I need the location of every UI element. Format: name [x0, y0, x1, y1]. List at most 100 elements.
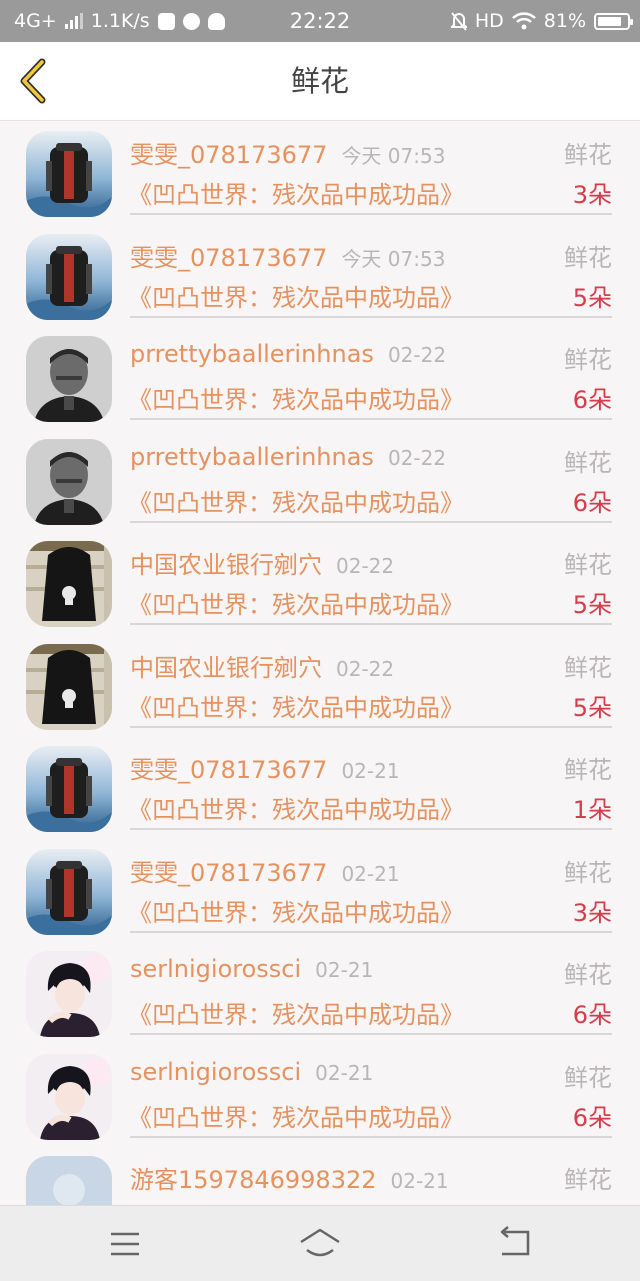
user-name[interactable]: serlnigiorossci 02-21	[130, 955, 373, 983]
gift-type: 鲜花	[564, 1063, 612, 1092]
list-item[interactable]: 中国农业银行剜穴 02-22 鲜花《凹凸世界：残次品中成功品》 5朵	[0, 634, 640, 736]
return-icon	[500, 1226, 530, 1256]
return-button[interactable]	[490, 1220, 540, 1268]
user-name-text: serlnigiorossci	[130, 1057, 302, 1086]
home-button[interactable]	[295, 1220, 345, 1268]
user-name-text: 雯雯_078173677	[130, 141, 328, 169]
divider	[130, 213, 612, 215]
avatar[interactable]	[26, 951, 112, 1037]
avatar[interactable]	[26, 541, 112, 627]
user-name-text: 雯雯_078173677	[130, 756, 328, 784]
mute-bell-icon	[450, 12, 467, 31]
divider	[130, 828, 612, 830]
book-title[interactable]: 《凹凸世界：残次品中成功品》	[128, 688, 464, 723]
avatar[interactable]	[26, 848, 112, 935]
book-title[interactable]: 《凹凸世界：残次品中成功品》	[128, 585, 464, 620]
list-item[interactable]: 雯雯_078173677 今天 07:53 鲜花《凹凸世界：残次品中成功品》 3朵	[0, 121, 640, 223]
book-title[interactable]: 《凹凸世界：残次品中成功品》	[128, 175, 464, 210]
list-item[interactable]: prrettybaallerinhnas 02-22 鲜花《凹凸世界：残次品中成功品…	[0, 326, 640, 428]
avatar[interactable]	[26, 1053, 112, 1140]
wifi-icon	[511, 12, 536, 30]
timestamp: 02-21	[341, 861, 400, 886]
user-name[interactable]: 雯雯_078173677 02-21	[130, 750, 400, 785]
timestamp: 02-22	[387, 343, 447, 367]
timestamp: 02-21	[315, 958, 374, 982]
user-name[interactable]: 游客1597846998322 02-21	[130, 1160, 449, 1195]
book-title[interactable]: 《凹凸世界：残次品中成功品》	[128, 995, 464, 1030]
divider	[130, 315, 612, 318]
book-title[interactable]: 《凹凸世界：残次品中成功品》	[128, 278, 464, 313]
gift-type: 鲜花	[564, 551, 612, 579]
list-item[interactable]: 雯雯_078173677 今天 07:53 鲜花 《凹凸世界：残次品中成功品》 5朵	[0, 224, 640, 326]
gift-count: 3朵	[572, 898, 612, 927]
book-title[interactable]: 《凹凸世界：残次品中成功品》	[128, 380, 464, 415]
divider	[130, 623, 612, 625]
divider	[130, 1135, 612, 1138]
gift-count: 1朵	[572, 796, 612, 824]
timestamp: 今天 07:53	[341, 246, 446, 271]
book-title[interactable]: 《凹凸世界：残次品中成功品》	[128, 790, 464, 825]
user-name-text: 雯雯_078173677	[130, 243, 328, 272]
battery-percent: 81%	[543, 10, 586, 32]
gift-type: 鲜花	[564, 961, 612, 989]
avatar[interactable]	[26, 438, 112, 525]
list-item[interactable]: 雯雯_078173677 02-21 鲜花 《凹凸世界：残次品中成功品》 3朵	[0, 839, 640, 941]
menu-icon	[111, 1232, 139, 1256]
list-item[interactable]: 游客1597846998322 02-21 鲜花	[0, 1146, 640, 1205]
gift-count: 5朵	[572, 693, 612, 722]
avatar[interactable]	[26, 1156, 112, 1205]
avatar[interactable]	[26, 643, 112, 730]
flower-record-list: 雯雯_078173677 今天 07:53 鲜花 《凹凸世界：残次品中成功品》 3朵 雯雯…	[0, 121, 640, 1205]
user-name-text: 雯雯_078173677	[130, 858, 328, 887]
user-name-text: 中国农业银行剜穴	[130, 653, 322, 682]
gift-type: 鲜花	[564, 448, 612, 477]
gift-count: 6朵	[572, 386, 612, 414]
user-name[interactable]: 中国农业银行剜穴 02-22	[130, 648, 394, 683]
gift-type: 鲜花	[564, 756, 612, 784]
book-title[interactable]: 《凹凸世界：残次品中成功品》	[128, 1098, 464, 1133]
avatar[interactable]	[26, 233, 112, 320]
system-nav-bar	[0, 1205, 640, 1281]
gift-count: 6朵	[572, 1103, 612, 1132]
user-name-text: 游客1597846998322	[130, 1166, 377, 1194]
battery-icon	[594, 12, 633, 30]
top-bar: 鲜花	[0, 42, 640, 121]
gift-type: 鲜花	[564, 346, 612, 374]
timestamp: 02-21	[390, 1169, 449, 1193]
list-item[interactable]: serlnigiorossci 02-21 鲜花《凹凸世界：残次品中成功品》 6朵	[0, 1044, 640, 1146]
book-title[interactable]: 《凹凸世界：残次品中成功品》	[128, 893, 464, 928]
timestamp: 02-21	[315, 1060, 374, 1085]
gift-type: 鲜花	[564, 243, 612, 272]
divider	[130, 725, 612, 728]
user-name-text: prrettybaallerinhnas	[130, 340, 374, 368]
gift-type: 鲜花	[564, 653, 612, 682]
user-name[interactable]: prrettybaallerinhnas 02-22	[130, 340, 446, 368]
book-title[interactable]: 《凹凸世界：残次品中成功品》	[128, 483, 464, 518]
gift-count: 3朵	[572, 181, 612, 209]
home-icon	[300, 1228, 340, 1257]
gift-type: 鲜花	[564, 141, 612, 169]
user-name[interactable]: 雯雯_078173677 02-21	[130, 853, 400, 888]
gift-count: 6朵	[572, 1001, 612, 1029]
status-right: HD 81%	[450, 0, 633, 42]
user-name[interactable]: serlnigiorossci 02-21	[130, 1058, 373, 1086]
gift-count: 6朵	[572, 488, 612, 517]
user-name[interactable]: 雯雯_078173677 今天 07:53	[130, 135, 445, 170]
timestamp: 02-22	[336, 656, 395, 681]
avatar[interactable]	[26, 746, 112, 832]
divider	[130, 418, 612, 420]
divider	[130, 1033, 612, 1035]
list-item[interactable]: 雯雯_078173677 02-21 鲜花《凹凸世界：残次品中成功品》 1朵	[0, 736, 640, 838]
list-item[interactable]: 中国农业银行剜穴 02-22 鲜花 《凹凸世界：残次品中成功品》 5朵	[0, 531, 640, 633]
menu-button[interactable]	[100, 1220, 150, 1268]
user-name-text: prrettybaallerinhnas	[130, 442, 374, 471]
gift-type: 鲜花	[564, 1166, 612, 1194]
avatar[interactable]	[26, 131, 112, 217]
user-name[interactable]: prrettybaallerinhnas 02-22	[130, 443, 446, 471]
list-item[interactable]: prrettybaallerinhnas 02-22 鲜花《凹凸世界：残次品中成功品…	[0, 429, 640, 531]
avatar[interactable]	[26, 336, 112, 422]
user-name[interactable]: 雯雯_078173677 今天 07:53	[130, 238, 445, 273]
list-item[interactable]: serlnigiorossci 02-21 鲜花《凹凸世界：残次品中成功品》 6朵	[0, 941, 640, 1043]
user-name-text: serlnigiorossci	[130, 955, 302, 983]
user-name[interactable]: 中国农业银行剜穴 02-22	[130, 545, 394, 580]
